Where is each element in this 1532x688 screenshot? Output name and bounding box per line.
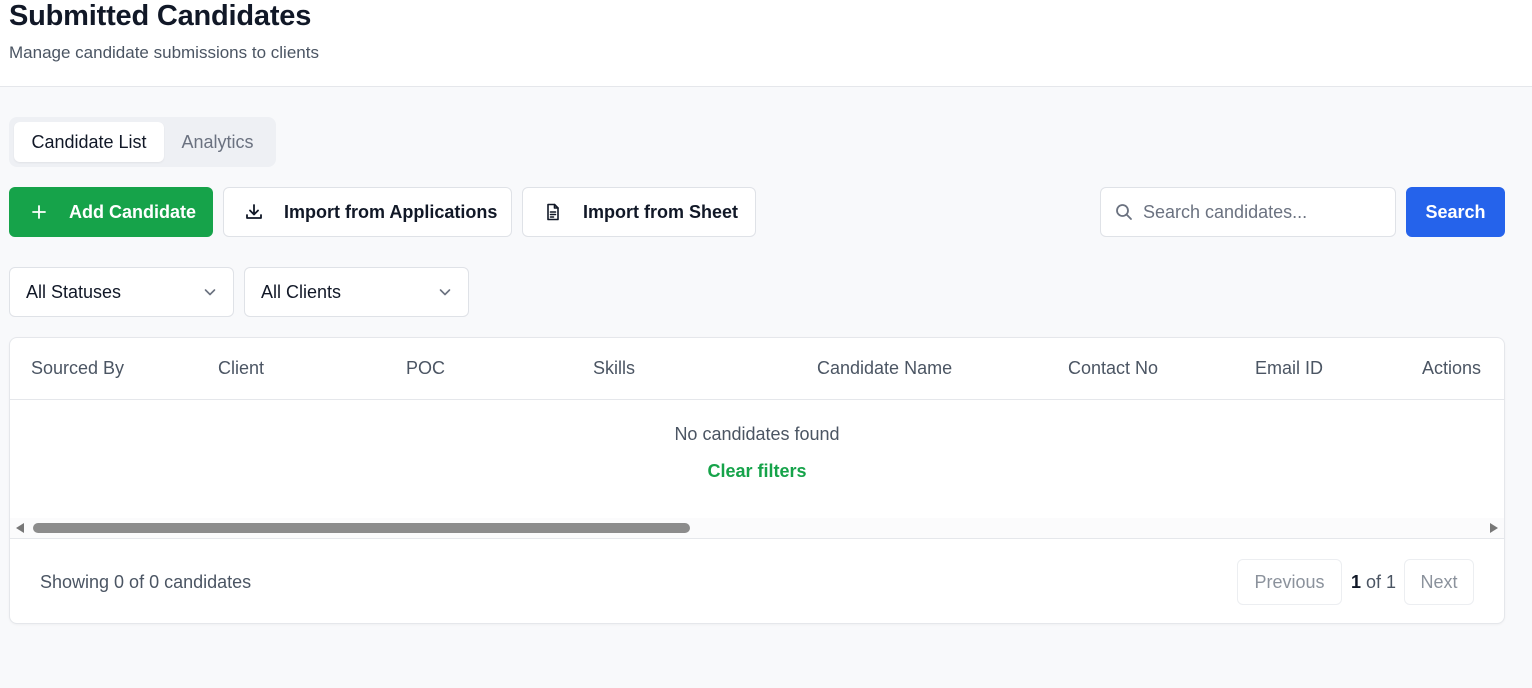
search-box xyxy=(1100,187,1396,237)
next-page-button[interactable]: Next xyxy=(1404,559,1474,605)
import-from-applications-button[interactable]: Import from Applications xyxy=(223,187,512,237)
page-subtitle: Manage candidate submissions to clients xyxy=(9,43,319,62)
import-from-sheet-button[interactable]: Import from Sheet xyxy=(522,187,756,237)
page-indicator: 1 of 1 xyxy=(1351,572,1396,593)
table-footer: Showing 0 of 0 candidates Previous 1 of … xyxy=(10,538,1504,623)
download-icon xyxy=(244,202,264,222)
page-title: Submitted Candidates xyxy=(9,0,312,32)
current-page: 1 xyxy=(1351,572,1362,592)
import-from-applications-label: Import from Applications xyxy=(284,201,498,222)
page-header: Submitted Candidates Manage candidate su… xyxy=(0,0,1532,87)
tab-candidate-list[interactable]: Candidate List xyxy=(14,122,164,162)
total-pages: of 1 xyxy=(1366,572,1397,592)
candidates-table-card: Sourced By Client POC Skills Candidate N… xyxy=(9,337,1505,624)
client-filter-select[interactable]: All Clients xyxy=(244,267,469,317)
search-icon xyxy=(1115,203,1133,221)
empty-state-message: No candidates found xyxy=(674,424,840,444)
plus-icon xyxy=(29,202,49,222)
status-filter-select[interactable]: All Statuses xyxy=(9,267,234,317)
column-header-email-id: Email ID xyxy=(1255,358,1324,378)
import-from-sheet-label: Import from Sheet xyxy=(583,201,739,222)
column-header-sourced-by: Sourced By xyxy=(31,358,125,378)
column-header-poc: POC xyxy=(406,358,446,378)
client-filter-value: All Clients xyxy=(261,281,342,302)
column-header-candidate-name: Candidate Name xyxy=(817,358,953,378)
table-header: Sourced By Client POC Skills Candidate N… xyxy=(10,338,1504,400)
file-text-icon xyxy=(543,202,563,222)
previous-page-button[interactable]: Previous xyxy=(1237,559,1342,605)
chevron-down-icon xyxy=(438,285,452,299)
tab-analytics[interactable]: Analytics xyxy=(164,122,271,162)
add-candidate-label: Add Candidate xyxy=(69,201,197,222)
horizontal-scrollbar[interactable] xyxy=(10,518,1504,538)
scroll-right-arrow-icon[interactable] xyxy=(1490,523,1498,533)
column-header-client: Client xyxy=(218,358,265,378)
column-header-skills: Skills xyxy=(593,358,636,378)
scroll-left-arrow-icon[interactable] xyxy=(16,523,24,533)
search-input[interactable] xyxy=(1143,201,1383,223)
chevron-down-icon xyxy=(203,285,217,299)
tab-list: Candidate List Analytics xyxy=(9,117,276,167)
clear-filters-button[interactable]: Clear filters xyxy=(707,461,806,481)
scrollbar-thumb[interactable] xyxy=(33,523,690,533)
showing-count: Showing 0 of 0 candidates xyxy=(40,572,252,592)
column-header-contact-no: Contact No xyxy=(1068,358,1159,378)
clear-filters-link: Clear filters xyxy=(10,461,1504,482)
add-candidate-button[interactable]: Add Candidate xyxy=(9,187,213,237)
status-filter-value: All Statuses xyxy=(26,281,122,302)
column-header-actions: Actions xyxy=(1422,358,1482,378)
search-button[interactable]: Search xyxy=(1406,187,1505,237)
